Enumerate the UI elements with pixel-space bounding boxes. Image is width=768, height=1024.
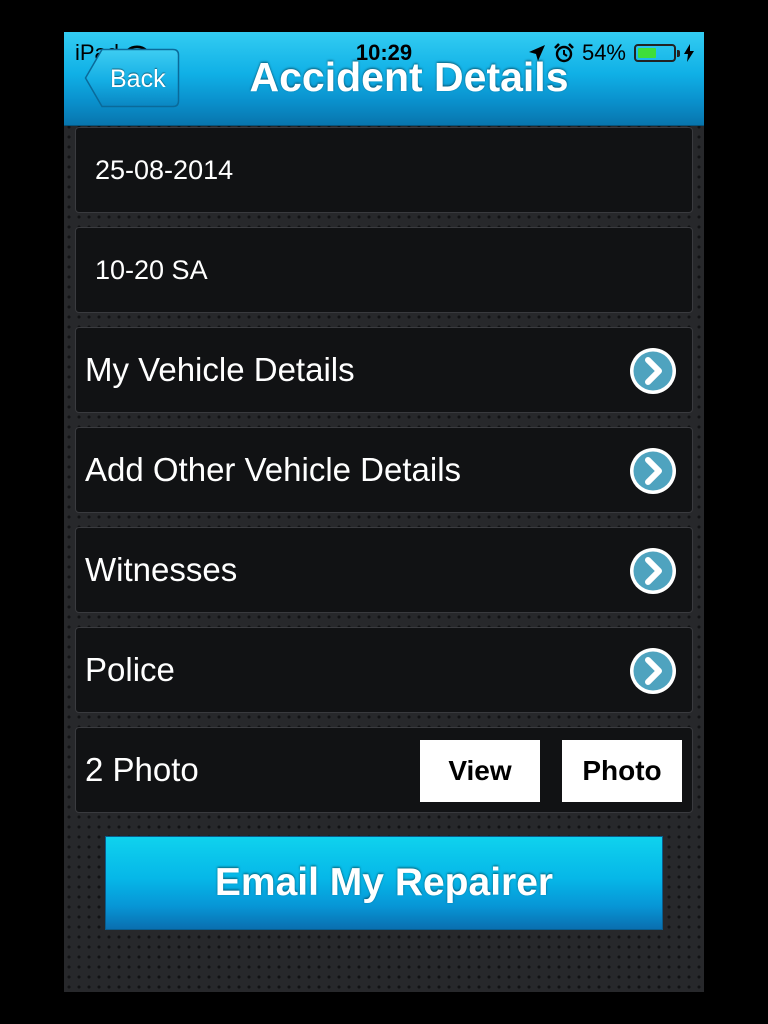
charging-bolt-icon [684,44,694,62]
back-button[interactable]: Back [84,48,180,108]
date-field[interactable]: 25-08-2014 [75,127,693,213]
menu-item-label: Police [85,651,175,688]
chevron-right-icon [630,648,676,694]
menu-item-label: Add Other Vehicle Details [85,451,462,488]
menu-item-label: My Vehicle Details [85,351,355,388]
email-my-repairer-button[interactable]: Email My Repairer [105,836,663,930]
date-value: 25-08-2014 [95,154,234,185]
menu-item-witnesses[interactable]: Witnesses [75,527,693,613]
take-photo-button[interactable]: Photo [562,740,682,802]
time-value: 10-20 SA [95,254,208,285]
menu-item-add-other-vehicle-details[interactable]: Add Other Vehicle Details [75,427,693,513]
chevron-right-icon [630,348,676,394]
back-button-label: Back [110,65,166,93]
battery-icon [634,44,680,62]
photo-row: 2 Photo View Photo [75,727,693,813]
view-photos-button[interactable]: View [420,740,540,802]
chevron-right-icon [630,548,676,594]
photo-count: 2 Photo [85,751,199,788]
navigation-bar: iPad 10:29 54% Back Accident Details [64,32,704,126]
time-field[interactable]: 10-20 SA [75,227,693,313]
menu-item-my-vehicle-details[interactable]: My Vehicle Details [75,327,693,413]
page-title: Accident Details [249,54,569,100]
chevron-right-icon [630,448,676,494]
app-screen: iPad 10:29 54% Back Accident Details 25-… [64,32,704,992]
menu-item-police[interactable]: Police [75,627,693,713]
menu-item-label: Witnesses [85,551,238,588]
